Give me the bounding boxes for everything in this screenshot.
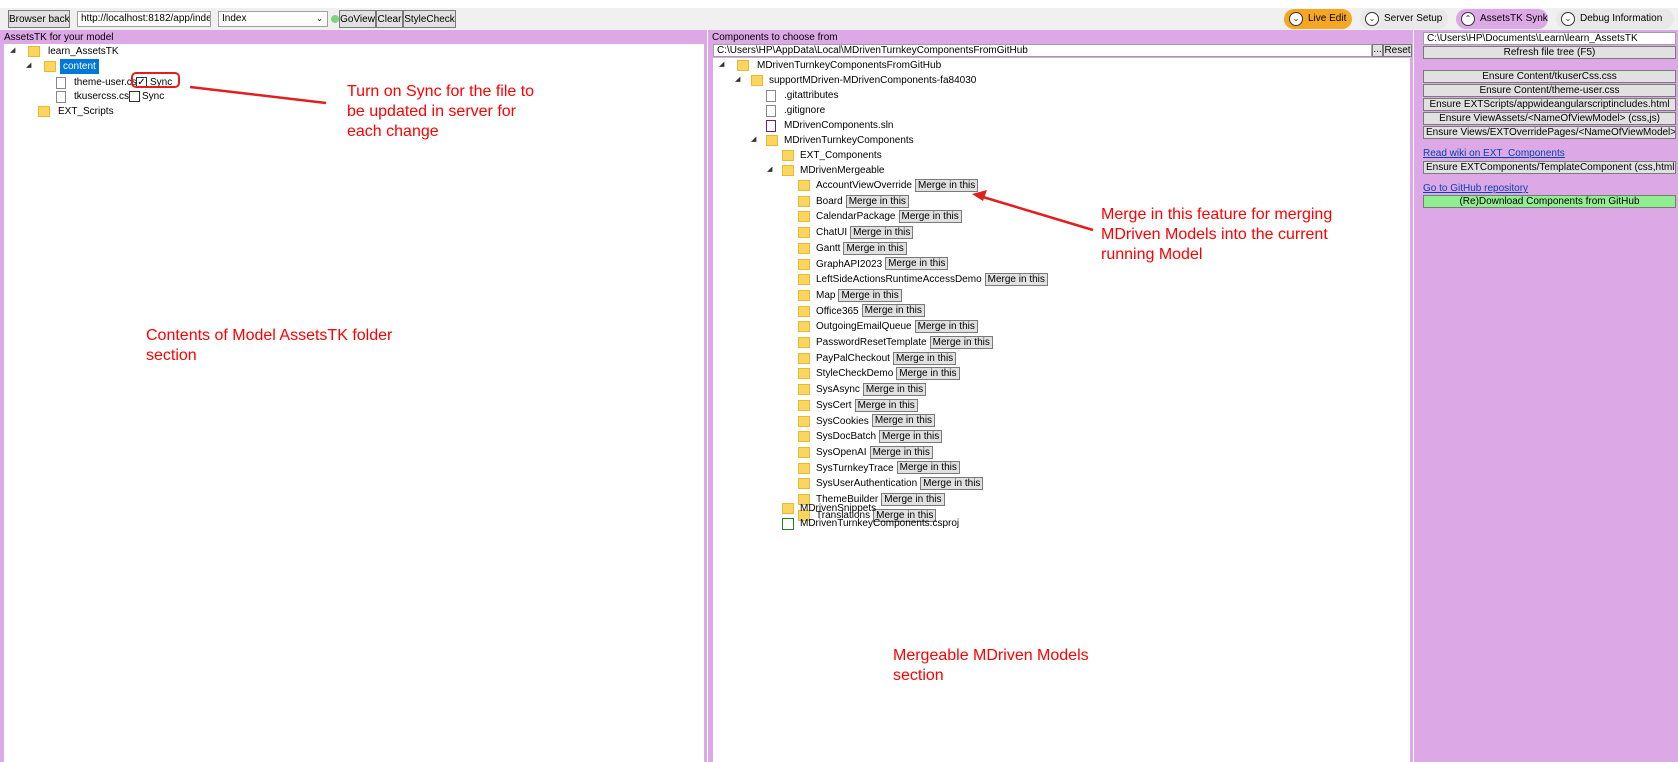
sync-arrow — [189, 85, 327, 105]
annotation-sync: Turn on Sync for the file to be updated … — [347, 83, 535, 140]
annotation-merge: Merge in this feature for merging MDrive… — [1101, 206, 1333, 263]
annotation-contents: Contents of Model AssetsTK folder sectio… — [146, 327, 393, 364]
annotation-arrows — [189, 85, 1094, 232]
annotation-mergeable: Mergeable MDriven Models section — [893, 647, 1089, 684]
merge-arrow — [982, 195, 1094, 232]
merge-arrowhead-icon — [972, 190, 987, 201]
